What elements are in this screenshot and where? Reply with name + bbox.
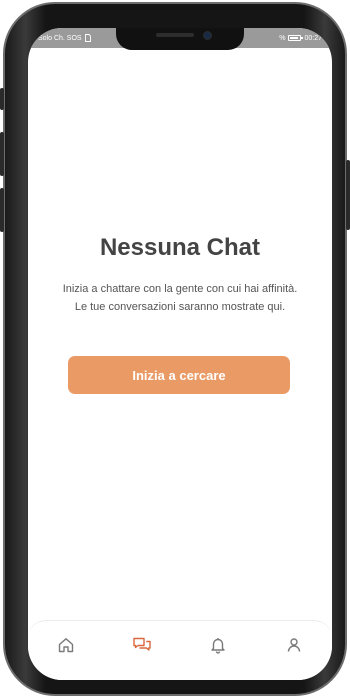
clock: 00:27 bbox=[304, 34, 322, 42]
sim-card-icon bbox=[84, 34, 91, 42]
battery-percent: % bbox=[279, 34, 286, 42]
volume-down-button bbox=[0, 188, 4, 232]
screen: Solo Ch. SOS % 00:27 Nessuna Chat Inizia… bbox=[28, 28, 332, 680]
carrier-label: Solo Ch. SOS bbox=[38, 34, 82, 42]
power-button bbox=[346, 160, 350, 230]
battery-icon bbox=[288, 35, 304, 41]
bottom-tab-bar bbox=[28, 620, 332, 680]
status-left: Solo Ch. SOS bbox=[38, 34, 91, 42]
phone-frame: Solo Ch. SOS % 00:27 Nessuna Chat Inizia… bbox=[0, 2, 350, 696]
bell-icon bbox=[211, 638, 225, 654]
home-icon bbox=[58, 638, 74, 653]
start-search-button[interactable]: Inizia a cercare bbox=[68, 356, 290, 394]
notch bbox=[116, 28, 244, 50]
tab-chat[interactable] bbox=[122, 633, 162, 657]
profile-icon bbox=[287, 638, 301, 652]
chat-empty-state: Nessuna Chat Inizia a chattare con la ge… bbox=[28, 48, 332, 618]
tab-profile[interactable] bbox=[274, 633, 314, 657]
tab-home[interactable] bbox=[46, 633, 86, 657]
mute-switch bbox=[0, 88, 4, 110]
speaker-grille bbox=[156, 33, 194, 37]
chat-icon bbox=[133, 637, 151, 651]
status-right: % 00:27 bbox=[279, 35, 322, 42]
volume-up-button bbox=[0, 132, 4, 176]
empty-state-message: Inizia a chattare con la gente con cui h… bbox=[62, 283, 298, 313]
empty-state-title: Nessuna Chat bbox=[99, 234, 261, 261]
front-camera-icon bbox=[203, 31, 212, 40]
tab-notifications[interactable] bbox=[198, 633, 238, 657]
